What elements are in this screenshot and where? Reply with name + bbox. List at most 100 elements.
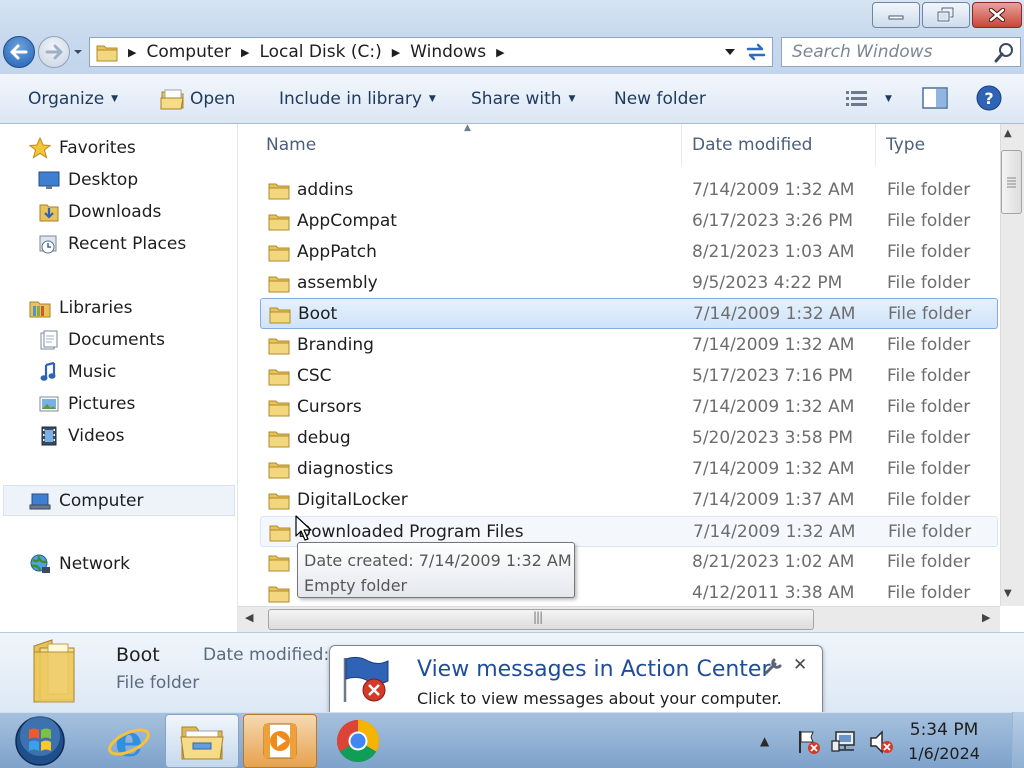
file-type: File folder	[887, 335, 971, 355]
scroll-right-arrow-icon[interactable]: ▶	[982, 611, 990, 624]
nav-videos[interactable]: Videos	[38, 421, 125, 451]
network-tray-icon[interactable]	[831, 728, 861, 756]
column-header-type[interactable]: Type	[876, 124, 1000, 166]
nav-pictures[interactable]: Pictures	[38, 389, 135, 419]
title-bar[interactable]	[0, 0, 1024, 32]
notification-title[interactable]: View messages in Action Center	[417, 657, 771, 682]
table-row[interactable]: CSC 5/17/2023 7:16 PM File folder	[260, 361, 998, 391]
open-button[interactable]: Open	[160, 74, 235, 124]
start-button[interactable]	[12, 714, 68, 768]
nav-favorites[interactable]: Favorites	[29, 133, 136, 163]
back-arrow-icon	[10, 44, 28, 60]
internet-explorer-taskbar-button[interactable]: e	[92, 714, 166, 768]
windows-explorer-taskbar-button[interactable]	[165, 714, 239, 768]
nav-recent-places[interactable]: Recent Places	[38, 229, 186, 259]
folder-icon	[268, 493, 290, 510]
file-name: addins	[297, 180, 354, 200]
nav-libraries[interactable]: Libraries	[29, 293, 132, 323]
include-in-library-button[interactable]: Include in library ▼	[279, 74, 436, 124]
minimize-icon	[888, 15, 904, 20]
wrench-icon[interactable]	[763, 656, 785, 676]
file-type: File folder	[887, 242, 971, 262]
media-player-icon	[263, 723, 297, 759]
close-button[interactable]	[972, 2, 1022, 28]
restore-button[interactable]	[922, 2, 970, 28]
change-view-button[interactable]: ▼	[845, 74, 892, 124]
nav-documents[interactable]: Documents	[38, 325, 165, 355]
table-row[interactable]: AppPatch 8/21/2023 1:03 AM File folder	[260, 237, 998, 267]
table-row[interactable]: AppCompat 6/17/2023 3:26 PM File folder	[260, 206, 998, 236]
action-center-tray-icon[interactable]	[796, 728, 822, 756]
breadcrumb-windows[interactable]: Windows	[410, 42, 486, 62]
table-row[interactable]: Cursors 7/14/2009 1:32 AM File folder	[260, 392, 998, 422]
nav-downloads-label: Downloads	[68, 202, 162, 222]
folder-icon	[268, 431, 290, 448]
details-view-icon	[846, 91, 867, 106]
scroll-down-arrow-icon[interactable]: ▼	[1004, 588, 1012, 599]
nav-network[interactable]: Network	[29, 549, 130, 579]
breadcrumb-separator-icon[interactable]: ▶	[128, 46, 136, 59]
volume-muted-tray-icon[interactable]	[868, 728, 896, 756]
refresh-icon[interactable]	[744, 41, 768, 63]
show-desktop-button[interactable]	[1012, 712, 1024, 768]
chevron-down-icon[interactable]: ▼	[885, 94, 892, 104]
vertical-scroll-thumb[interactable]	[1001, 150, 1022, 214]
show-hidden-icons-arrow-icon[interactable]: ▲	[760, 734, 769, 748]
media-player-taskbar-button[interactable]	[243, 714, 317, 768]
pictures-icon	[38, 393, 60, 415]
table-row-selected[interactable]: Boot 7/14/2009 1:32 AM File folder	[260, 298, 998, 329]
file-type: File folder	[888, 521, 972, 542]
nav-downloads[interactable]: Downloads	[38, 197, 161, 227]
table-row[interactable]: addins 7/14/2009 1:32 AM File folder	[260, 175, 998, 205]
column-header-date-modified[interactable]: Date modified	[682, 124, 876, 166]
nav-music[interactable]: Music	[38, 357, 116, 387]
table-row[interactable]: debug 5/20/2023 3:58 PM File folder	[260, 423, 998, 453]
scroll-up-arrow-icon[interactable]: ▲	[1004, 128, 1012, 139]
nav-computer-label: Computer	[59, 491, 144, 511]
notification-close-icon[interactable]: ✕	[793, 655, 807, 675]
file-name: Branding	[297, 335, 374, 355]
folder-icon	[268, 586, 290, 603]
breadcrumb-local-disk[interactable]: Local Disk (C:)	[259, 42, 381, 62]
minimize-button[interactable]	[872, 2, 920, 28]
search-icon[interactable]	[994, 42, 1016, 64]
organize-label: Organize	[28, 89, 105, 109]
breadcrumb-separator-icon[interactable]: ▶	[241, 46, 249, 59]
open-folder-icon	[160, 89, 184, 110]
nav-desktop[interactable]: Desktop	[38, 165, 138, 195]
file-date-modified: 8/21/2023 1:02 AM	[692, 552, 855, 572]
table-row[interactable]: Branding 7/14/2009 1:32 AM File folder	[260, 330, 998, 360]
tooltip-folder-status: Empty folder	[304, 576, 408, 595]
nav-desktop-label: Desktop	[68, 170, 139, 190]
clock-date[interactable]: 1/6/2024	[894, 744, 994, 763]
breadcrumb-separator-icon[interactable]: ▶	[496, 46, 504, 59]
forward-button[interactable]	[38, 36, 70, 68]
file-name: DigitalLocker	[297, 490, 408, 510]
nav-videos-label: Videos	[68, 426, 125, 446]
preview-pane-icon[interactable]	[921, 86, 949, 110]
address-bar[interactable]: ▶ Computer ▶ Local Disk (C:) ▶ Windows ▶	[89, 37, 773, 67]
scroll-left-arrow-icon[interactable]: ◀	[245, 611, 253, 624]
address-history-dropdown-icon[interactable]	[723, 46, 737, 58]
nav-computer[interactable]: Computer	[29, 486, 144, 516]
table-row[interactable]: assembly 9/5/2023 4:22 PM File folder	[260, 268, 998, 298]
recent-pages-dropdown-icon[interactable]	[72, 46, 84, 58]
table-row[interactable]: DigitalLocker 7/14/2009 1:37 AM File fol…	[260, 485, 998, 515]
clock-time[interactable]: 5:34 PM	[894, 720, 994, 740]
new-folder-button[interactable]: New folder	[614, 74, 706, 124]
chrome-taskbar-button[interactable]	[321, 714, 395, 768]
share-with-button[interactable]: Share with ▼	[471, 74, 575, 124]
nav-network-label: Network	[59, 554, 130, 574]
table-row[interactable]: diagnostics 7/14/2009 1:32 AM File folde…	[260, 454, 998, 484]
notification-body[interactable]: Click to view messages about your comput…	[417, 689, 782, 708]
breadcrumb-computer[interactable]: Computer	[146, 42, 231, 62]
back-button[interactable]	[3, 36, 35, 68]
large-folder-icon	[33, 639, 75, 703]
desktop-icon	[38, 169, 60, 191]
breadcrumb-separator-icon[interactable]: ▶	[392, 46, 400, 59]
search-input[interactable]: Search Windows	[781, 37, 1021, 67]
chevron-down-icon: ▼	[568, 94, 576, 104]
organize-button[interactable]: Organize ▼	[28, 74, 118, 124]
folder-icon	[268, 214, 290, 231]
help-icon[interactable]: ?	[976, 85, 1002, 111]
